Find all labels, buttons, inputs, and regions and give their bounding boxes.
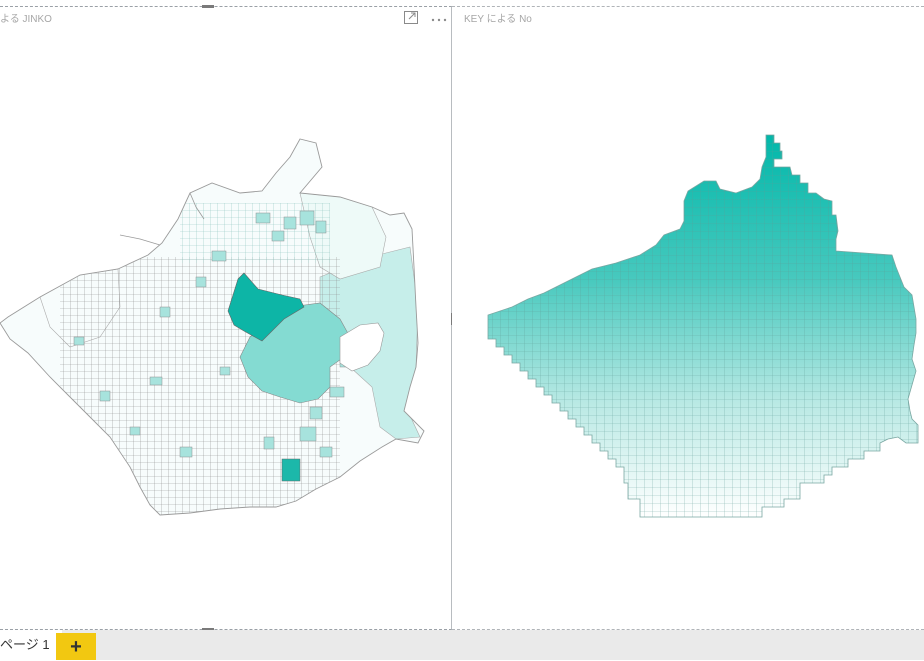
district-map — [0, 138, 425, 516]
grid-cells — [487, 134, 919, 518]
add-page-button[interactable]: + — [56, 633, 96, 660]
grid-cell-map — [487, 134, 919, 518]
filled-map-visual-jinko[interactable]: よる JINKO — [0, 5, 454, 631]
map-regions — [0, 139, 424, 515]
grid-map-visual-key[interactable]: KEY による No — [452, 6, 924, 630]
page-tab-label: ページ 1 — [0, 637, 50, 652]
page-tab-1[interactable]: ページ 1 — [0, 630, 62, 660]
plus-icon: + — [70, 636, 82, 658]
page-tabs-bar: ページ 1 + — [0, 630, 924, 660]
